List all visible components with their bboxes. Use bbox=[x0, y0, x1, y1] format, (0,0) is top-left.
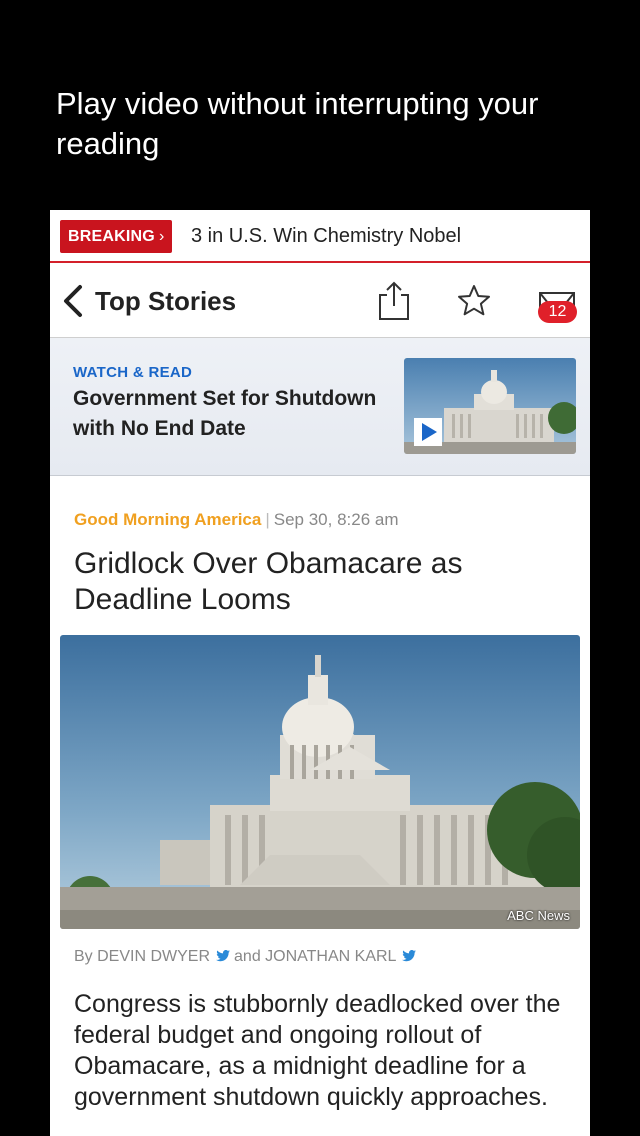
twitter-bird-icon[interactable] bbox=[402, 949, 417, 962]
byline-author-1[interactable]: By DEVIN DWYER bbox=[74, 948, 210, 965]
star-icon[interactable] bbox=[456, 283, 492, 319]
page-title: Top Stories bbox=[95, 286, 237, 316]
article-hero-image[interactable]: ABC News bbox=[60, 635, 580, 929]
watch-read-title[interactable]: Government Set for Shutdown with No End … bbox=[73, 384, 393, 444]
article-meta: Good Morning America | Sep 30, 8:26 am bbox=[74, 510, 399, 530]
breaking-news-bar[interactable]: BREAKING › 3 in U.S. Win Chemistry Nobel bbox=[50, 210, 590, 263]
article-source[interactable]: Good Morning America bbox=[74, 510, 261, 529]
capitol-building-image bbox=[60, 635, 580, 929]
promo-caption: Play video without interrupting your rea… bbox=[56, 86, 539, 161]
unread-count-badge: 12 bbox=[538, 301, 577, 323]
article-timestamp: Sep 30, 8:26 am bbox=[273, 510, 399, 529]
video-thumbnail[interactable] bbox=[404, 358, 576, 454]
watch-read-kicker: WATCH & READ bbox=[73, 364, 193, 381]
play-icon[interactable] bbox=[414, 418, 442, 446]
twitter-bird-icon[interactable] bbox=[216, 949, 231, 962]
share-icon[interactable] bbox=[376, 279, 412, 321]
breaking-tag[interactable]: BREAKING › bbox=[60, 220, 173, 253]
chevron-left-icon[interactable] bbox=[60, 283, 90, 319]
image-credit: ABC News bbox=[507, 908, 570, 923]
app-screen: BREAKING › 3 in U.S. Win Chemistry Nobel … bbox=[50, 210, 590, 1136]
watch-and-read-card[interactable]: WATCH & READ Government Set for Shutdown… bbox=[50, 338, 590, 476]
nav-bar: Top Stories 12 bbox=[50, 265, 590, 338]
article-headline: Gridlock Over Obamacare as Deadline Loom… bbox=[74, 547, 463, 616]
byline-author-2[interactable]: and JONATHAN KARL bbox=[234, 948, 396, 965]
byline: By DEVIN DWYER and JONATHAN KARL bbox=[74, 948, 420, 966]
breaking-headline[interactable]: 3 in U.S. Win Chemistry Nobel bbox=[191, 222, 461, 250]
meta-separator: | bbox=[265, 510, 270, 529]
chevron-right-icon: › bbox=[158, 228, 165, 245]
article-body: Congress is stubbornly deadlocked over t… bbox=[74, 990, 561, 1111]
breaking-label: BREAKING bbox=[68, 228, 155, 245]
